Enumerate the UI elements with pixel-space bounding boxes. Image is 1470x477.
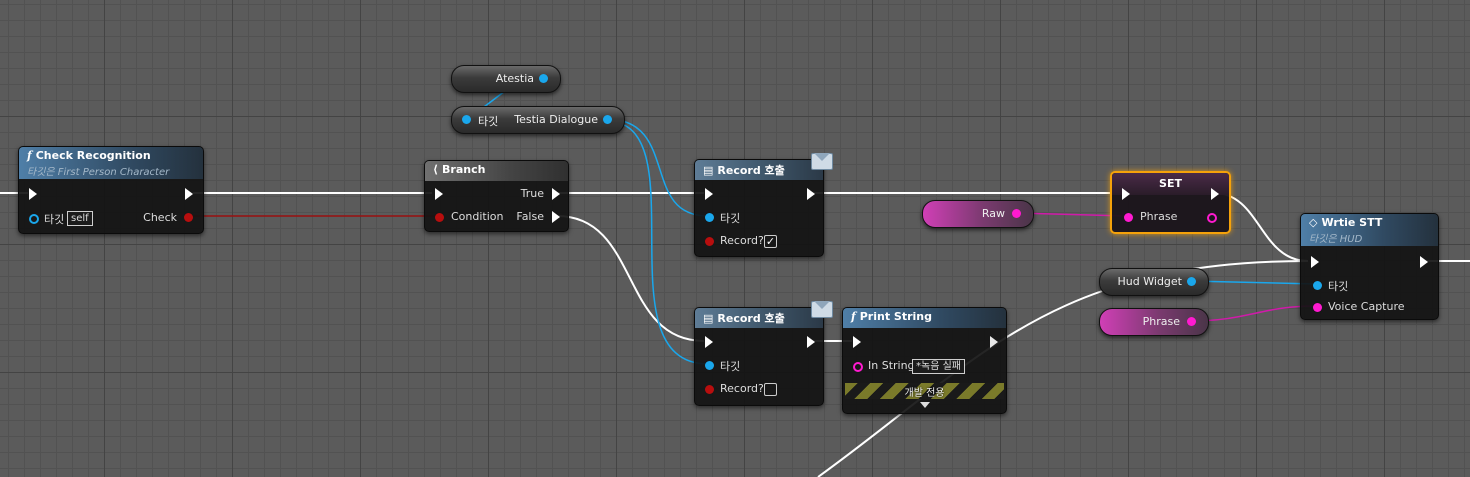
phrase-label: Phrase [1140,210,1178,223]
target-pin[interactable] [705,213,714,222]
in-string-label: In String [868,359,915,372]
branch-header[interactable]: ⟨ Branch [425,161,568,181]
exec-out-pin[interactable] [807,188,815,200]
record-checkbox[interactable]: ✓ [764,235,777,248]
node-title: Record 호출 [717,312,785,325]
voice-capture-label: Voice Capture [1328,300,1405,313]
target-label: 타깃 [720,212,741,225]
exec-out-pin[interactable] [185,188,193,200]
target-label: 타깃 [720,360,741,373]
node-title: Wrtie STT [1321,216,1383,229]
target-input-pin[interactable] [462,115,471,124]
variable-label: Hud Widget [1117,275,1182,288]
node-title: Record 호출 [717,164,785,177]
record-call-header[interactable]: ▤ Record 호출 [695,160,823,180]
node-subtitle: 타깃은 HUD [1309,234,1363,245]
atestia-output-pin[interactable] [539,74,548,83]
record-call-header[interactable]: ▤ Record 호출 [695,308,823,328]
target-label: 타깃 [1328,280,1349,293]
object-wire-dialogue-bottom [605,120,709,365]
hud-widget-variable-node[interactable]: Hud Widget [1099,268,1209,296]
function-icon: f [851,310,856,323]
false-exec-pin[interactable] [552,211,560,223]
function-icon: ◇ [1309,216,1318,229]
branch-node[interactable]: ⟨ Branch True Condition False [424,160,569,232]
node-title: Branch [442,163,486,176]
target-pin[interactable] [29,214,39,224]
target-pin[interactable] [705,361,714,370]
exec-in-pin[interactable] [435,188,443,200]
check-output-pin[interactable] [184,213,193,222]
variable-label: Atestia [495,72,534,85]
exec-in-pin[interactable] [705,336,713,348]
record-label: Record? [720,382,764,395]
exec-in-pin[interactable] [705,188,713,200]
hud-widget-output-pin[interactable] [1187,277,1196,286]
branch-icon: ⟨ [433,163,439,176]
variable-label: Raw [981,207,1005,220]
record-label: Record? [720,234,764,247]
variable-label: Testia Dialogue [514,113,598,126]
node-subtitle: 타깃은 First Person Character [27,167,170,178]
target-pin[interactable] [1313,281,1322,290]
phrase-variable-node[interactable]: Phrase [1099,308,1209,336]
exec-out-pin[interactable] [1420,256,1428,268]
exec-in-pin[interactable] [1311,256,1319,268]
exec-in-pin[interactable] [853,336,861,348]
write-stt-node[interactable]: ◇ Wrtie STT 타깃은 HUD 타깃 Voice Capture [1300,213,1439,320]
print-string-node[interactable]: f Print String In String *녹음 실패 개발 전용 [842,307,1007,414]
function-icon: f [27,149,32,162]
print-string-header[interactable]: f Print String [843,308,1006,328]
set-node[interactable]: SET Phrase [1110,171,1231,234]
target-label: 타깃 [44,213,65,226]
exec-out-pin[interactable] [990,336,998,348]
message-envelope-icon [811,153,833,170]
development-only-banner: 개발 전용 [845,383,1004,399]
node-title: Check Recognition [35,149,151,162]
record-checkbox[interactable] [764,383,777,396]
voice-capture-pin[interactable] [1313,303,1322,312]
expand-arrow-icon[interactable] [920,402,930,408]
exec-in-pin[interactable] [29,188,37,200]
check-recognition-header[interactable]: f Check Recognition 타깃은 First Person Char… [19,147,203,179]
target-value-box[interactable]: self [67,211,93,226]
atestia-variable-node[interactable]: Atestia [451,65,561,93]
message-envelope-icon [811,301,833,318]
phrase-output-pin[interactable] [1187,317,1196,326]
event-icon: ▤ [703,312,714,325]
condition-label: Condition [451,210,504,223]
true-exec-pin[interactable] [552,188,560,200]
development-only-label: 개발 전용 [904,388,945,399]
raw-variable-node[interactable]: Raw [922,200,1034,228]
in-string-value-box[interactable]: *녹음 실패 [912,359,965,374]
raw-output-pin[interactable] [1012,209,1021,218]
target-label: 타깃 [478,115,499,128]
exec-out-pin[interactable] [1211,188,1219,200]
testia-dialogue-variable-node[interactable]: 타깃 Testia Dialogue [451,106,625,134]
condition-pin[interactable] [435,213,444,222]
false-label: False [516,210,544,223]
phrase-output-pin[interactable] [1207,213,1217,223]
record-bool-pin[interactable] [705,237,714,246]
in-string-pin[interactable] [853,362,863,372]
event-icon: ▤ [703,164,714,177]
check-output-label: Check [143,211,177,224]
exec-out-pin[interactable] [807,336,815,348]
phrase-input-pin[interactable] [1124,213,1133,222]
node-title: SET [1159,177,1182,190]
true-label: True [520,187,544,200]
exec-wire-false-to-record [556,215,705,342]
write-stt-header[interactable]: ◇ Wrtie STT 타깃은 HUD [1301,214,1438,246]
record-bool-pin[interactable] [705,385,714,394]
record-call-node-bottom[interactable]: ▤ Record 호출 타깃 Record? [694,307,824,406]
dialogue-output-pin[interactable] [603,115,612,124]
node-title: Print String [859,310,932,323]
object-wire-dialogue-top [605,118,709,217]
record-call-node-top[interactable]: ▤ Record 호출 타깃 Record? ✓ [694,159,824,257]
check-recognition-node[interactable]: f Check Recognition 타깃은 First Person Char… [18,146,204,234]
variable-label: Phrase [1142,315,1180,328]
exec-in-pin[interactable] [1122,188,1130,200]
